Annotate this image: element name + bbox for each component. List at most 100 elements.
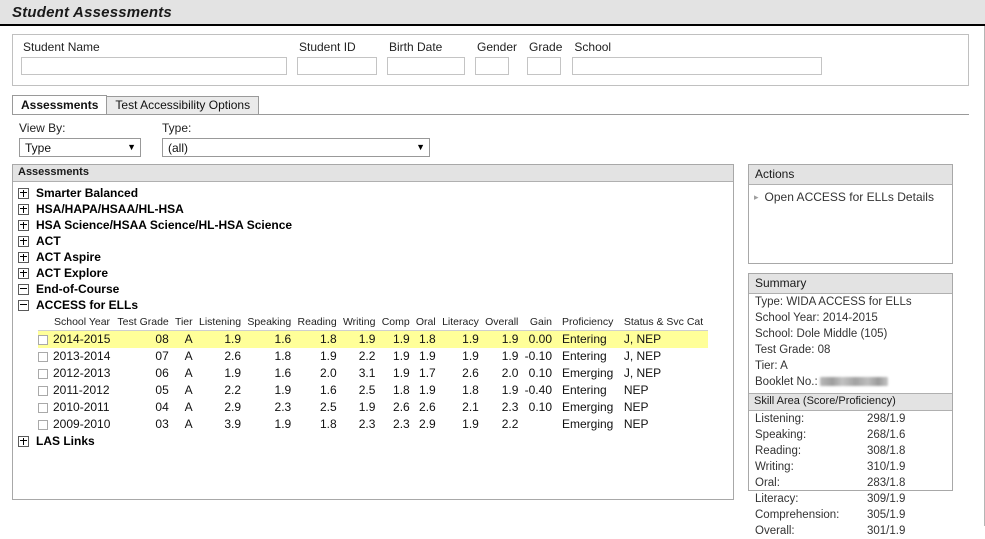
cell-listening: 2.2 [224,383,242,397]
cell-comp: 1.9 [393,366,410,380]
column-header-overall[interactable]: Overall [482,315,523,331]
row-checkbox[interactable] [38,351,48,362]
summary-lines: Type: WIDA ACCESS for ELLs School Year: 2… [749,294,952,374]
cell-proficiency: Entering [562,383,607,397]
student-id-label: Student ID [299,40,356,54]
summary-booklet-no: Booklet No.: [749,374,952,390]
row-checkbox[interactable] [38,334,48,345]
skill-value: 310/1.9 [867,461,906,473]
skill-name: Listening: [755,413,805,425]
cell-status-svc-cat: NEP [623,383,649,397]
expand-icon[interactable] [18,187,29,199]
column-header-oral[interactable]: Oral [413,315,440,331]
type-label: Type: [162,121,192,135]
cell-speaking: 1.6 [274,332,292,346]
field-group-grade: Grade [527,41,562,75]
expand-icon[interactable] [18,267,29,279]
column-header-gain[interactable]: Gain [522,315,556,331]
tree-node-hsa-science-hsaa-science-hl-hsa-science[interactable]: HSA Science/HSAA Science/HL-HSA Science [18,217,733,233]
expand-icon[interactable] [18,219,29,231]
column-header-test-grade[interactable]: Test Grade [114,315,173,331]
school-input[interactable] [572,57,823,75]
cell-tier: A [184,417,193,431]
tree-node-las-links[interactable]: LAS Links [18,433,733,449]
expand-icon[interactable] [18,203,29,215]
cell-tier: A [184,349,193,363]
tree-node-label: HSA Science/HSAA Science/HL-HSA Science [36,218,293,232]
cell-overall: 2.3 [501,400,519,414]
table-row[interactable]: 2013-2014 07 A 2.6 1.8 1.9 2.2 1.9 1.9 1.9 1.9 -0.1… [38,348,708,365]
birth-date-input[interactable] [387,57,465,75]
school-label: School [574,40,612,54]
triangle-right-icon: ▸ [754,191,759,202]
action-open-access-for-ells-details[interactable]: ▸ Open ACCESS for ELLs Details [749,185,952,204]
tree-node-act-explore[interactable]: ACT Explore [18,265,733,281]
cell-overall: 2.0 [501,366,519,380]
cell-oral: 2.6 [419,400,436,414]
tree-node-access-for-ells[interactable]: ACCESS for ELLs [18,297,733,313]
table-row[interactable]: 2012-2013 06 A 1.9 1.6 2.0 3.1 1.9 1.7 2.6 2.0 0.10… [38,365,708,382]
expand-icon[interactable] [18,435,29,447]
row-checkbox[interactable] [38,385,48,396]
column-header-speaking[interactable]: Speaking [245,315,296,331]
cell-literacy: 2.1 [462,400,479,414]
skill-name: Speaking: [755,429,807,441]
tree-node-end-of-course[interactable]: End-of-Course [18,281,733,297]
row-checkbox[interactable] [38,419,48,430]
tree-node-act-aspire[interactable]: ACT Aspire [18,249,733,265]
column-header-status-svc-cat[interactable]: Status & Svc Cat [617,315,708,331]
table-row[interactable]: 2009-2010 03 A 3.9 1.9 1.8 2.3 2.3 2.9 1.9 2.2 Emer… [38,416,708,433]
grade-input[interactable] [527,57,562,75]
skill-value: 298/1.9 [867,413,906,425]
summary-line-test-grade: Test Grade: 08 [755,344,831,356]
cell-text: 2013-2014 [53,349,111,363]
skill-row-speaking: Speaking: 268/1.6 [749,427,952,443]
cell-status-svc-cat: J, NEP [623,349,662,363]
collapse-icon[interactable] [18,299,29,311]
cell-tier: A [184,366,193,380]
cell-school-year: 2010-2011 [38,399,115,416]
summary-panel-header: Summary [749,274,952,294]
column-header-school-year[interactable]: School Year [38,315,115,331]
cell-gain: 0.00 [528,332,552,346]
column-header-writing[interactable]: Writing [340,315,380,331]
cell-literacy: 1.9 [462,349,479,363]
row-checkbox[interactable] [38,368,48,379]
tree-node-hsa-hapa-hsaa-hl-hsa[interactable]: HSA/HAPA/HSAA/HL-HSA [18,201,733,217]
table-row[interactable]: 2010-2011 04 A 2.9 2.3 2.5 1.9 2.6 2.6 2.1 2.3 0.10… [38,399,708,416]
student-name-input[interactable] [21,57,287,75]
collapse-icon[interactable] [18,283,29,295]
expand-icon[interactable] [18,235,29,247]
column-header-proficiency[interactable]: Proficiency [556,315,618,331]
tab-strip: Assessments Test Accessibility Options [12,95,969,115]
table-row[interactable]: 2011-2012 05 A 2.2 1.9 1.6 2.5 1.8 1.9 1.8 1.9 -0.4… [38,382,708,399]
type-select[interactable]: (all) ▼ [162,138,430,157]
cell-listening: 1.9 [224,332,242,346]
page-title: Student Assessments [12,3,172,21]
tree-node-label: Smarter Balanced [36,186,139,200]
tree-node-smarter-balanced[interactable]: Smarter Balanced [18,185,733,201]
column-header-listening[interactable]: Listening [196,315,246,331]
skill-name: Comprehension: [755,509,840,521]
skill-value: 268/1.6 [867,429,906,441]
table-row[interactable]: 2014-2015 08 A 1.9 1.6 1.8 1.9 1.9 1.8 1.9 1.9 0.00… [38,330,708,348]
row-checkbox[interactable] [38,402,48,413]
student-id-input[interactable] [297,57,377,75]
cell-status-svc-cat: J, NEP [623,366,662,380]
column-header-literacy[interactable]: Literacy [439,315,483,331]
view-by-select[interactable]: Type ▼ [19,138,141,157]
tree-node-label: HSA/HAPA/HSAA/HL-HSA [36,202,184,216]
tree-node-act[interactable]: ACT [18,233,733,249]
cell-writing: 1.9 [358,400,376,414]
gender-input[interactable] [475,57,509,75]
cell-gain: -0.10 [524,349,552,363]
expand-icon[interactable] [18,251,29,263]
body-row: Assessments Smarter Balanced HSA/HAPA/HSA… [12,164,969,537]
cell-proficiency: Emerging [562,400,614,414]
column-header-comp[interactable]: Comp [379,315,414,331]
tab-assessments[interactable]: Assessments [12,95,108,114]
tab-test-accessibility-options[interactable]: Test Accessibility Options [106,96,260,114]
cell-test-grade: 03 [155,417,169,431]
column-header-tier[interactable]: Tier [172,315,197,331]
column-header-reading[interactable]: Reading [295,315,341,331]
